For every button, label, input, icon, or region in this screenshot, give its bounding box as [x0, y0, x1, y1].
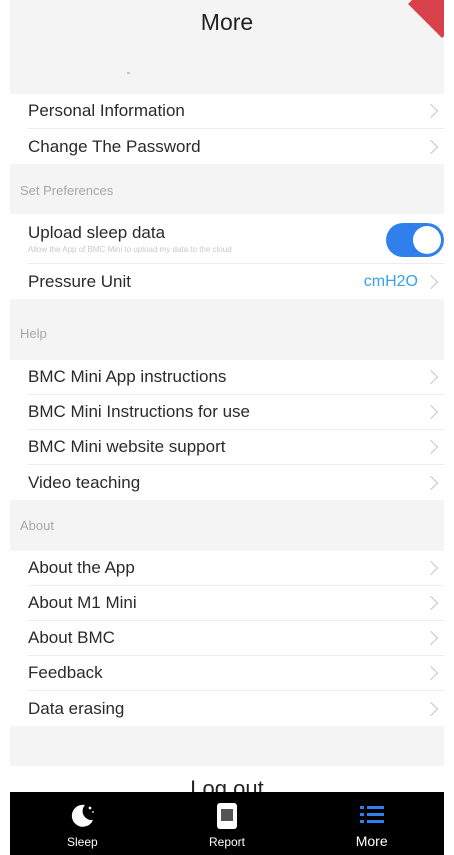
tab-label: Sleep [66, 835, 98, 849]
about-m1-mini-item[interactable]: About M1 Mini [28, 586, 444, 621]
list-icon [359, 806, 384, 823]
instructions-for-use-item[interactable]: BMC Mini Instructions for use [28, 395, 444, 430]
page-title: More [200, 9, 254, 35]
list-item-label: BMC Mini website support [28, 437, 226, 456]
report-icon [217, 803, 237, 829]
upload-sleep-data-label: Upload sleep data [28, 223, 166, 242]
about-the-app-item[interactable]: About the App [28, 551, 444, 586]
chevron-right-icon [423, 103, 439, 119]
change-password-item[interactable]: Change The Password [28, 129, 444, 164]
list-item-label: Change The Password [28, 136, 201, 156]
more-screen: More Personal Information Change The Pas… [10, 0, 444, 855]
list-item-label: Personal Information [28, 101, 185, 120]
section-label-help: Help [20, 326, 47, 341]
tab-label: Report [208, 835, 246, 849]
chevron-right-icon [423, 665, 439, 681]
chevron-right-icon [423, 560, 439, 576]
chevron-right-icon [423, 701, 439, 716]
list-item-label: About M1 Mini [28, 593, 137, 612]
list-item-label: About the App [28, 558, 135, 577]
bottom-tab-bar: Sleep Report More [10, 792, 444, 855]
chevron-right-icon [423, 274, 439, 289]
header: More [10, 0, 444, 46]
website-support-item[interactable]: BMC Mini website support [28, 430, 444, 465]
chevron-right-icon [423, 595, 439, 611]
divider-dot [127, 72, 130, 74]
upload-sleep-data-item: Upload sleep data Allow the App of BMC M… [28, 214, 444, 264]
about-list: About the App About M1 Mini About BMC Fe… [10, 551, 444, 726]
tab-label: More [355, 833, 388, 849]
personal-information-item[interactable]: Personal Information [28, 94, 444, 129]
chevron-right-icon [423, 475, 439, 490]
help-list: BMC Mini App instructions BMC Mini Instr… [10, 360, 444, 500]
pressure-unit-item[interactable]: Pressure Unit cmH2O [28, 264, 444, 299]
chevron-right-icon [423, 369, 439, 385]
chevron-right-icon [423, 630, 439, 646]
tab-sleep[interactable]: Sleep [10, 792, 155, 855]
feedback-item[interactable]: Feedback [28, 656, 444, 691]
app-instructions-item[interactable]: BMC Mini App instructions [28, 360, 444, 395]
tab-more[interactable]: More [299, 792, 444, 855]
list-item-label: Data erasing [28, 698, 125, 718]
upload-sleep-data-description: Allow the App of BMC Mini to upload my d… [28, 245, 232, 254]
section-label-preferences: Set Preferences [20, 183, 114, 198]
chevron-right-icon [423, 139, 439, 154]
toggle-knob [413, 226, 441, 254]
section-label-about: About [20, 518, 54, 533]
list-item-label: Feedback [28, 663, 103, 682]
about-bmc-item[interactable]: About BMC [28, 621, 444, 656]
account-list: Personal Information Change The Password [10, 94, 444, 164]
chevron-right-icon [423, 439, 439, 455]
list-item-label: BMC Mini App instructions [28, 367, 227, 386]
chevron-right-icon [423, 404, 439, 420]
pressure-unit-value: cmH2O [363, 272, 418, 290]
moon-icon [72, 804, 95, 827]
list-item-label: Video teaching [28, 472, 141, 492]
list-item-label: About BMC [28, 628, 115, 647]
pressure-unit-label: Pressure Unit [28, 271, 131, 291]
video-teaching-item[interactable]: Video teaching [28, 465, 444, 500]
tab-report[interactable]: Report [155, 792, 300, 855]
preferences-list: Upload sleep data Allow the App of BMC M… [10, 214, 444, 299]
upload-sleep-data-toggle[interactable] [386, 223, 444, 257]
list-item-label: BMC Mini Instructions for use [28, 402, 251, 421]
data-erasing-item[interactable]: Data erasing [28, 691, 444, 726]
